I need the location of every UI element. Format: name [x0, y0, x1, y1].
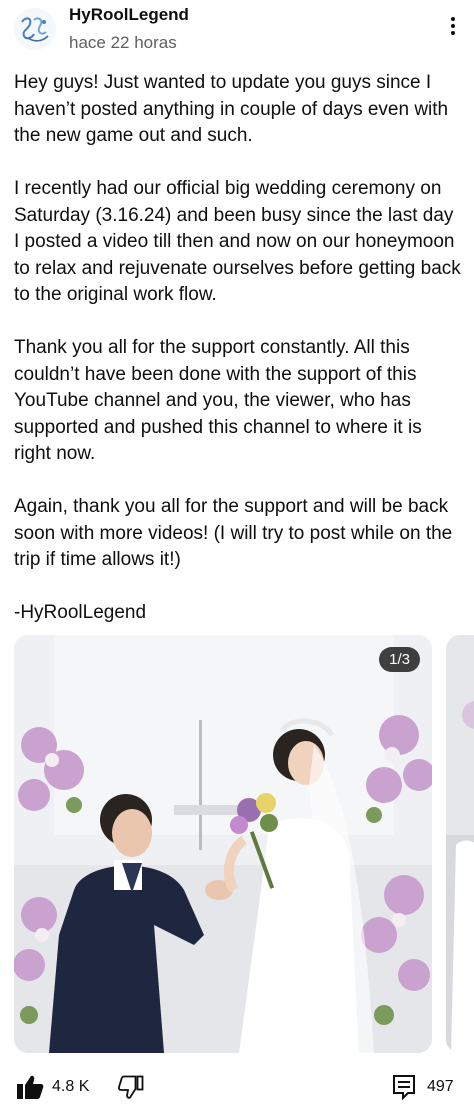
like-count: 4.8 K [52, 1078, 90, 1095]
post-paragraph: Again, thank you all for the support and… [14, 496, 453, 570]
thumbs-up-icon[interactable] [16, 1074, 44, 1100]
comment-count: 497 [427, 1078, 454, 1095]
channel-name[interactable]: HyRoolLegend [69, 5, 189, 25]
next-photo-preview [446, 635, 474, 1053]
post-header: HyRoolLegend hace 22 horas [0, 0, 474, 60]
carousel-next-image[interactable] [446, 635, 474, 1053]
post-paragraph: Thank you all for the support constantly… [14, 337, 422, 464]
post-signature: -HyRoolLegend [14, 602, 147, 623]
post-paragraph: Hey guys! Just wanted to update you guys… [14, 72, 449, 146]
more-vert-icon[interactable] [446, 14, 460, 42]
image-carousel[interactable]: 1/3 [14, 635, 474, 1055]
post-paragraph: I recently had our official big wedding … [14, 178, 461, 305]
carousel-image-wedding[interactable]: 1/3 [14, 635, 432, 1053]
post-timestamp: hace 22 horas [69, 33, 177, 52]
thumbs-down-icon[interactable] [118, 1074, 144, 1100]
comment-icon[interactable] [392, 1074, 416, 1101]
channel-logo [21, 17, 49, 42]
post-text: Hey guys! Just wanted to update you guys… [14, 70, 462, 653]
channel-avatar[interactable] [14, 8, 56, 50]
wedding-photo [14, 635, 432, 1053]
carousel-counter: 1/3 [379, 647, 420, 672]
post-actions: 4.8 K 497 [0, 1068, 474, 1108]
